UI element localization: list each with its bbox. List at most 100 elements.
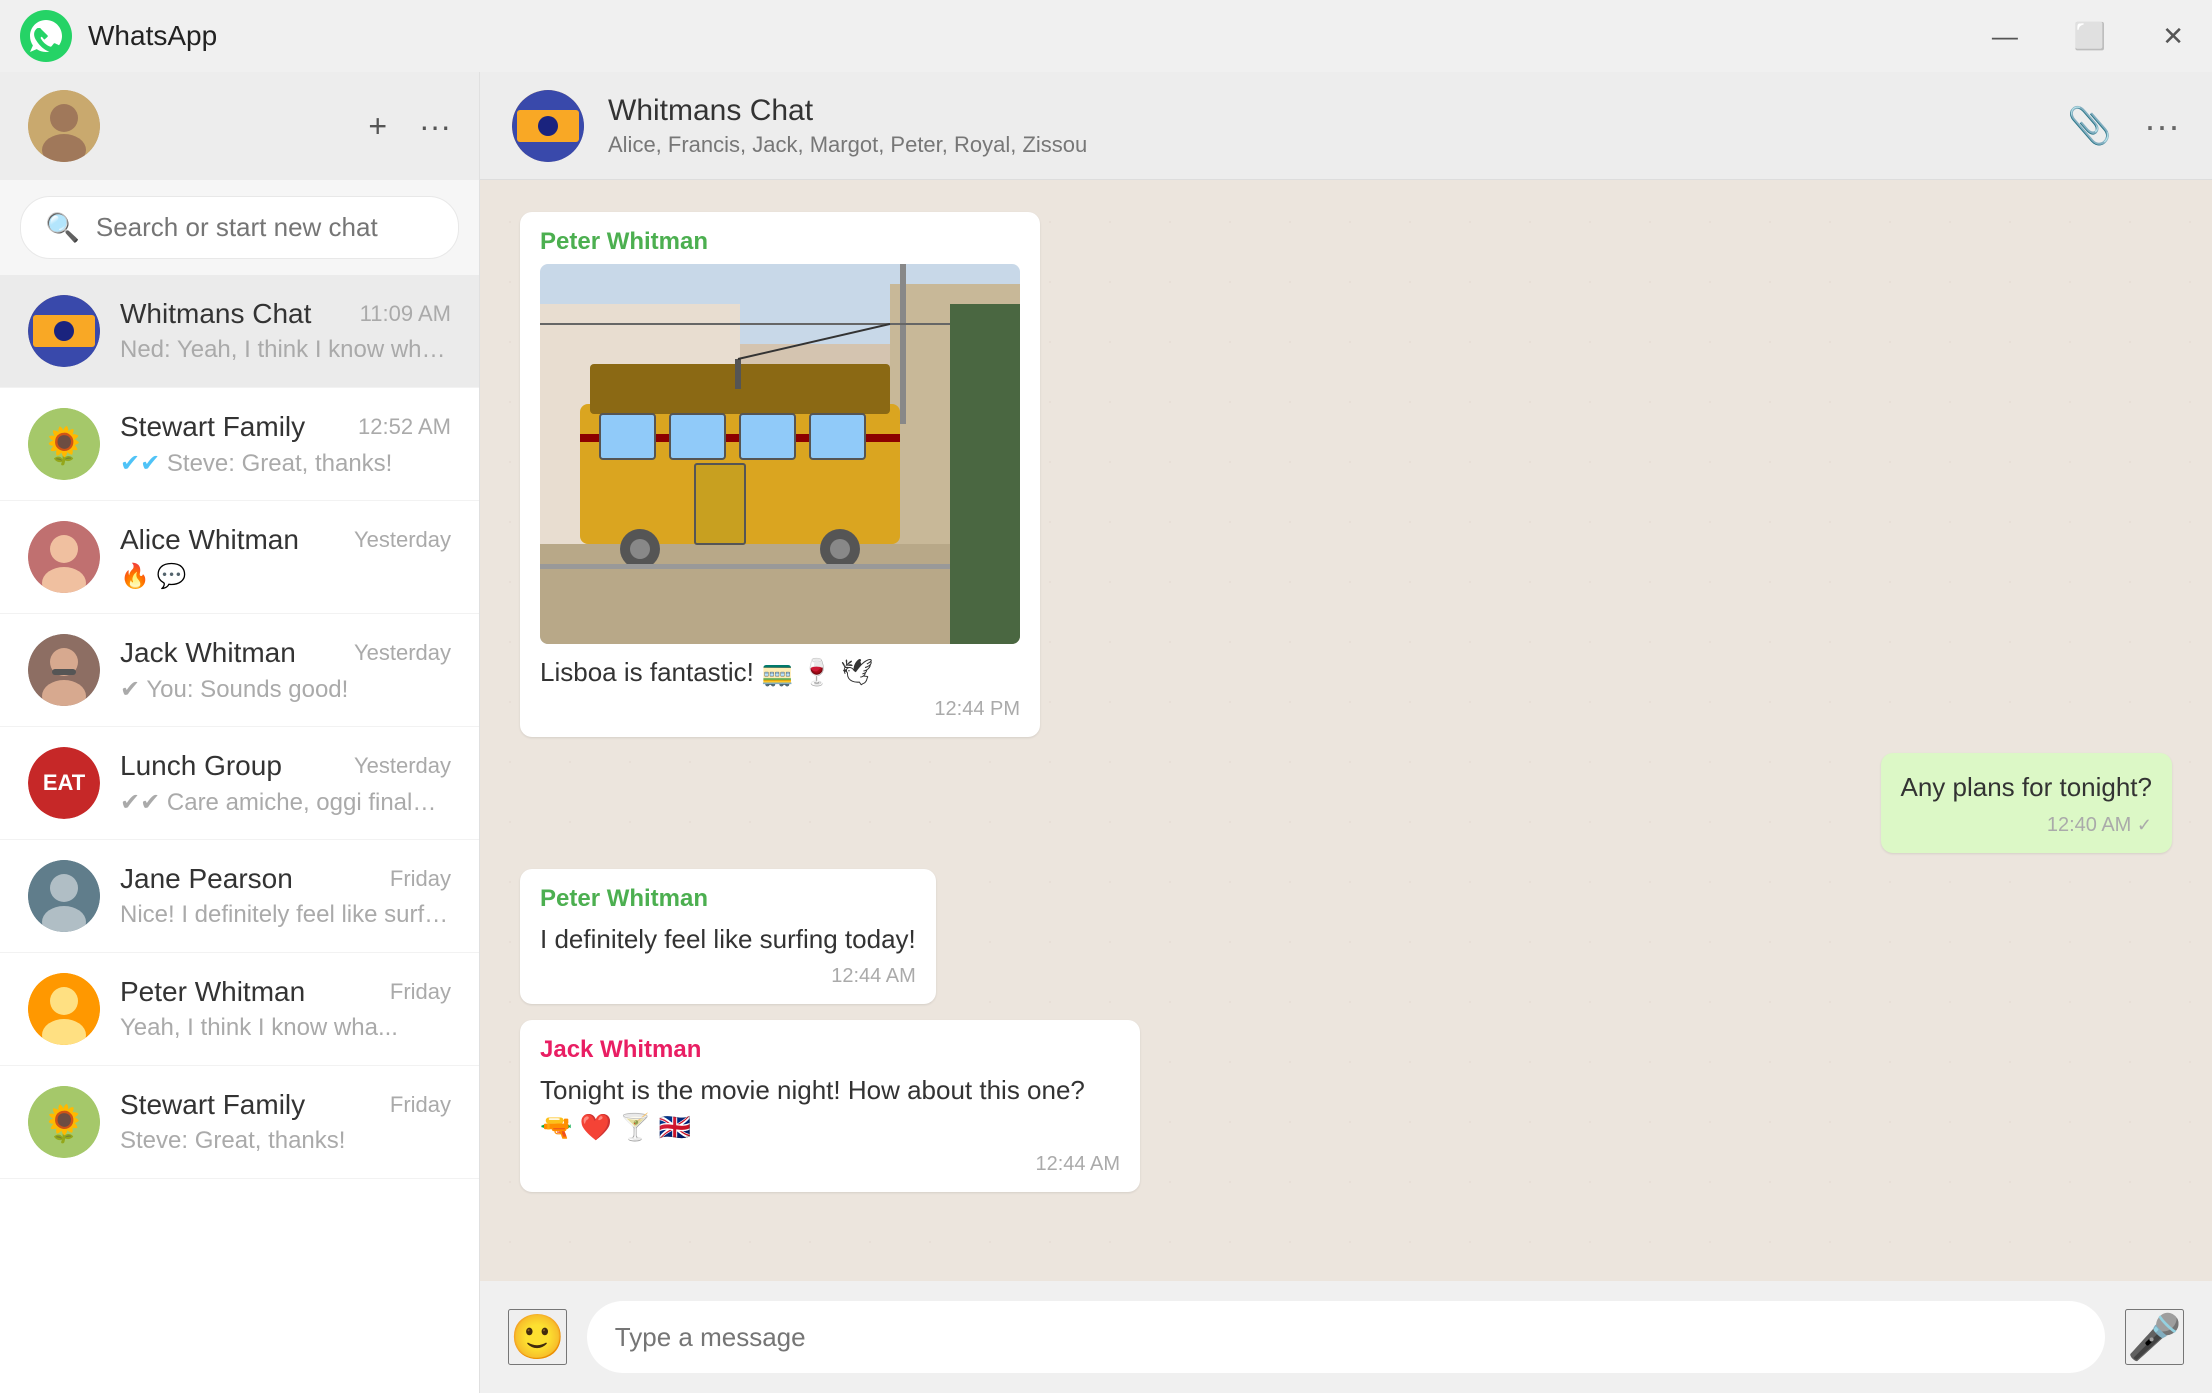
- sidebar: + ··· 🔍: [0, 72, 480, 1393]
- msg-time: 12:44 PM: [540, 698, 1020, 721]
- message-input[interactable]: [587, 1301, 2105, 1373]
- chat-avatar: [28, 973, 100, 1045]
- chat-item-whitmans-chat[interactable]: Whitmans Chat 11:09 AM Ned: Yeah, I thin…: [0, 275, 479, 388]
- chat-avatar: [28, 634, 100, 706]
- message-3: Peter Whitman I definitely feel like sur…: [520, 869, 936, 1004]
- user-avatar[interactable]: [28, 90, 100, 162]
- chat-preview: ✔✔ Steve: Great, thanks!: [120, 449, 451, 478]
- chat-preview: 🔥 💬: [120, 562, 451, 591]
- chat-name: Jack Whitman: [120, 637, 296, 669]
- chat-item-jane-pearson[interactable]: Jane Pearson Friday Nice! I definitely f…: [0, 840, 479, 953]
- msg-image: [540, 264, 1020, 644]
- message-input-bar: 🙂 🎤: [480, 1281, 2212, 1393]
- msg-sender: Jack Whitman: [540, 1036, 1120, 1064]
- window-controls: — ⬜ ✕: [1984, 13, 2192, 60]
- message-1: Peter Whitman: [520, 212, 1040, 737]
- msg-text: I definitely feel like surfing today!: [540, 921, 916, 957]
- sidebar-actions: + ···: [368, 108, 451, 145]
- search-input-wrap: 🔍: [20, 196, 459, 259]
- chat-name-row: Jack Whitman Yesterday: [120, 637, 451, 669]
- chat-header-name: Whitmans Chat: [608, 94, 2043, 128]
- chat-preview: Steve: Great, thanks!: [120, 1127, 451, 1155]
- message-4: Jack Whitman Tonight is the movie night!…: [520, 1020, 1140, 1192]
- chat-time: 11:09 AM: [360, 301, 451, 327]
- emoji-button[interactable]: 🙂: [508, 1309, 567, 1365]
- chat-time: Yesterday: [354, 640, 451, 666]
- chat-avatar: [28, 295, 100, 367]
- chat-info: Jack Whitman Yesterday ✔ You: Sounds goo…: [120, 637, 451, 704]
- search-icon: 🔍: [45, 211, 80, 244]
- chat-item-lunch-group[interactable]: EAT Lunch Group Yesterday ✔✔ Care amiche…: [0, 727, 479, 840]
- msg-text: Any plans for tonight?: [1901, 769, 2153, 805]
- chat-preview: ✔ You: Sounds good!: [120, 675, 451, 704]
- chat-preview: Ned: Yeah, I think I know wha...: [120, 336, 451, 364]
- msg-sender: Peter Whitman: [540, 885, 916, 913]
- chat-avatar: 🌻: [28, 408, 100, 480]
- messages-area: Peter Whitman: [480, 180, 2212, 1281]
- message-2: Any plans for tonight? 12:40 AM ✓: [1881, 753, 2173, 852]
- titlebar: WhatsApp — ⬜ ✕: [0, 0, 2212, 72]
- chat-name-row: Alice Whitman Yesterday: [120, 524, 451, 556]
- chat-name: Stewart Family: [120, 411, 305, 443]
- chat-time: Friday: [390, 1092, 451, 1118]
- chat-header-info: Whitmans Chat Alice, Francis, Jack, Marg…: [608, 94, 2043, 158]
- chat-info: Stewart Family 12:52 AM ✔✔ Steve: Great,…: [120, 411, 451, 478]
- attachment-icon[interactable]: 📎: [2067, 105, 2112, 147]
- chat-name-row: Lunch Group Yesterday: [120, 750, 451, 782]
- chat-info: Alice Whitman Yesterday 🔥 💬: [120, 524, 451, 591]
- chat-name: Alice Whitman: [120, 524, 299, 556]
- chat-name-row: Stewart Family Friday: [120, 1089, 451, 1121]
- chat-time: 12:52 AM: [358, 414, 451, 440]
- chat-name-row: Jane Pearson Friday: [120, 863, 451, 895]
- chat-item-alice-whitman[interactable]: Alice Whitman Yesterday 🔥 💬: [0, 501, 479, 614]
- chat-avatar: 🌻: [28, 1086, 100, 1158]
- minimize-button[interactable]: —: [1984, 13, 2026, 60]
- chat-info: Peter Whitman Friday Yeah, I think I kno…: [120, 976, 451, 1042]
- new-chat-icon[interactable]: +: [368, 108, 387, 145]
- msg-time: 12:40 AM ✓: [1901, 814, 2153, 837]
- chat-name-row: Peter Whitman Friday: [120, 976, 451, 1008]
- svg-text:🌻: 🌻: [42, 425, 87, 466]
- main-layout: + ··· 🔍: [0, 72, 2212, 1393]
- chat-item-jack-whitman[interactable]: Jack Whitman Yesterday ✔ You: Sounds goo…: [0, 614, 479, 727]
- chat-info: Whitmans Chat 11:09 AM Ned: Yeah, I thin…: [120, 298, 451, 364]
- chat-time: Yesterday: [354, 753, 451, 779]
- chat-avatar: EAT: [28, 747, 100, 819]
- maximize-button[interactable]: ⬜: [2066, 13, 2114, 60]
- chat-header-members: Alice, Francis, Jack, Margot, Peter, Roy…: [608, 132, 2043, 158]
- chat-name-row: Stewart Family 12:52 AM: [120, 411, 451, 443]
- svg-text:🌻: 🌻: [42, 1103, 87, 1144]
- microphone-button[interactable]: 🎤: [2125, 1309, 2184, 1365]
- chat-item-stewart-family-2[interactable]: 🌻 Stewart Family Friday Steve: Great, th…: [0, 1066, 479, 1179]
- chat-name: Whitmans Chat: [120, 298, 311, 330]
- chat-name: Lunch Group: [120, 750, 282, 782]
- chat-area: Whitmans Chat Alice, Francis, Jack, Marg…: [480, 72, 2212, 1393]
- chat-menu-icon[interactable]: ···: [2144, 105, 2180, 147]
- chat-header: Whitmans Chat Alice, Francis, Jack, Marg…: [480, 72, 2212, 180]
- whatsapp-logo: [20, 10, 72, 62]
- chat-time: Yesterday: [354, 527, 451, 553]
- chat-avatar: [28, 860, 100, 932]
- chat-name-row: Whitmans Chat 11:09 AM: [120, 298, 451, 330]
- chat-avatar: [28, 521, 100, 593]
- msg-text: Lisboa is fantastic! 🚃 🍷 🕊: [540, 654, 1020, 690]
- search-input[interactable]: [96, 212, 434, 243]
- chat-name: Stewart Family: [120, 1089, 305, 1121]
- user-avatar-image: [28, 90, 100, 162]
- chat-preview: Yeah, I think I know wha...: [120, 1014, 451, 1042]
- close-button[interactable]: ✕: [2154, 13, 2192, 60]
- menu-icon[interactable]: ···: [419, 108, 451, 145]
- chat-name: Peter Whitman: [120, 976, 305, 1008]
- app-title: WhatsApp: [88, 20, 1984, 52]
- chat-list: Whitmans Chat 11:09 AM Ned: Yeah, I thin…: [0, 275, 479, 1393]
- chat-header-actions: 📎 ···: [2067, 105, 2180, 147]
- chat-info: Jane Pearson Friday Nice! I definitely f…: [120, 863, 451, 929]
- chat-header-avatar[interactable]: [512, 90, 584, 162]
- msg-text: Tonight is the movie night! How about th…: [540, 1072, 1120, 1145]
- msg-time: 12:44 AM: [540, 1153, 1120, 1176]
- chat-preview: ✔✔ Care amiche, oggi finalmente posso: [120, 788, 451, 817]
- chat-item-peter-whitman[interactable]: Peter Whitman Friday Yeah, I think I kno…: [0, 953, 479, 1066]
- chat-item-stewart-family[interactable]: 🌻 Stewart Family 12:52 AM ✔✔ Steve: Grea…: [0, 388, 479, 501]
- chat-name: Jane Pearson: [120, 863, 293, 895]
- chat-info: Lunch Group Yesterday ✔✔ Care amiche, og…: [120, 750, 451, 817]
